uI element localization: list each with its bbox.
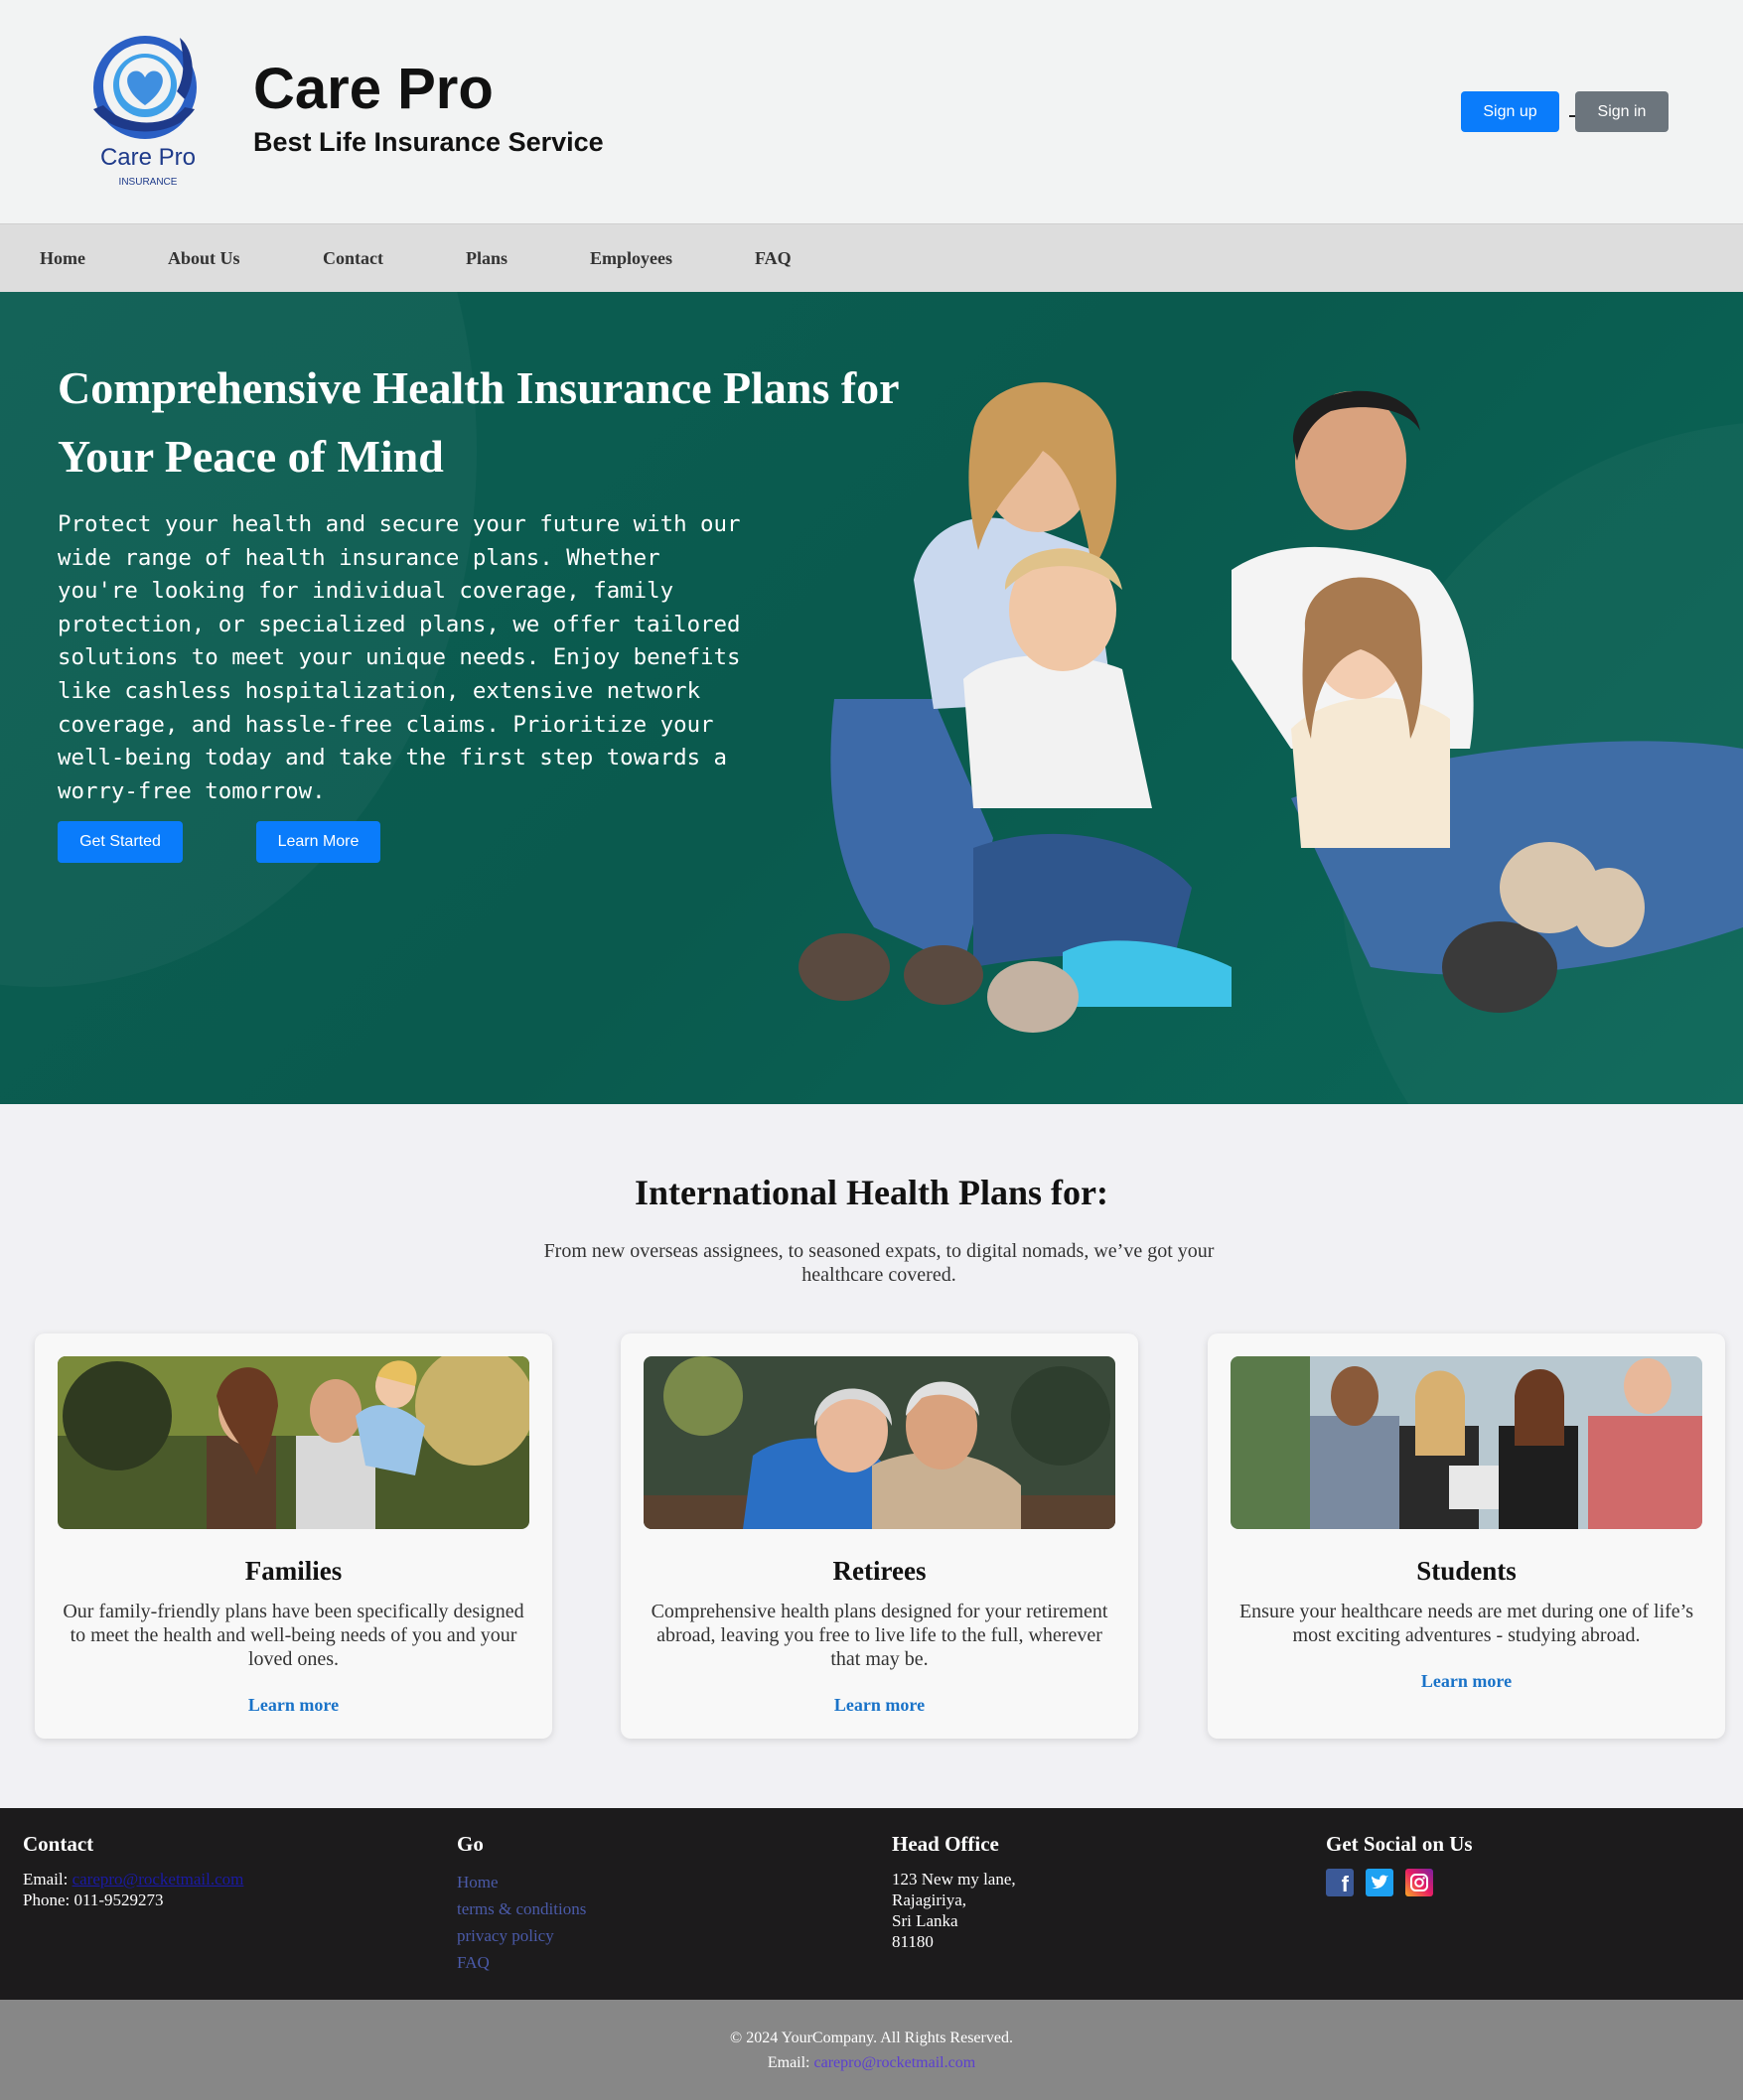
nav-employees[interactable]: Employees [590, 248, 672, 269]
learn-more-button[interactable]: Learn More [256, 821, 380, 863]
footer-office: Head Office 123 New my lane, Rajagiriya,… [892, 1832, 1016, 1952]
card-title: Retirees [832, 1556, 927, 1586]
main-nav: Home About Us Contact Plans Employees FA… [0, 223, 1743, 292]
nav-about-us[interactable]: About Us [168, 248, 240, 269]
hero-section: Comprehensive Health Insurance Plans for… [0, 292, 1743, 1104]
plan-card-families: Families Our family-friendly plans have … [35, 1333, 552, 1739]
care-pro-logo[interactable]: Care Pro INSURANCE [85, 30, 211, 199]
address-line: Rajagiriya, [892, 1890, 967, 1909]
card-title: Families [244, 1556, 343, 1586]
footer-heading: Head Office [892, 1832, 999, 1856]
phone-label: Phone: [23, 1890, 71, 1909]
hero-description: Protect your health and secure your futu… [58, 511, 741, 804]
footer-email-line: Email: carepro@rocketmail.com [23, 1869, 243, 1890]
email-link[interactable]: carepro@rocketmail.com [814, 2054, 976, 2071]
site-footer: Contact Email: carepro@rocketmail.com Ph… [0, 1808, 1743, 2000]
footer-phone-line: Phone: 011-9529273 [23, 1890, 243, 1910]
nav-home[interactable]: Home [40, 248, 85, 269]
learn-more-link[interactable]: Learn more [1208, 1671, 1725, 1692]
learn-more-link[interactable]: Learn more [35, 1695, 552, 1716]
students-photo [1231, 1356, 1702, 1529]
plans-subtitle: From new overseas assignees, to seasoned… [543, 1240, 1215, 1286]
footer-link-terms[interactable]: terms & conditions [457, 1895, 586, 1922]
footer-heading: Contact [23, 1832, 94, 1856]
logo-wordmark: Care Pro [99, 144, 197, 171]
site-header: Care Pro INSURANCE Care Pro Best Life In… [0, 0, 1743, 223]
learn-more-link[interactable]: Learn more [621, 1695, 1138, 1716]
footer-heading: Get Social on Us [1326, 1832, 1473, 1856]
card-description: Ensure your healthcare needs are met dur… [1238, 1601, 1694, 1646]
card-title: Students [1416, 1556, 1517, 1586]
phone-number: 011-9529273 [73, 1890, 164, 1909]
address-line: 123 New my lane, [892, 1870, 1016, 1889]
nav-faq[interactable]: FAQ [755, 248, 792, 269]
footer-link-home[interactable]: Home [457, 1869, 586, 1895]
nav-contact[interactable]: Contact [323, 248, 383, 269]
copyright-text: © 2024 YourCompany. All Rights Reserved. [730, 2030, 1013, 2046]
card-description: Comprehensive health plans designed for … [651, 1601, 1108, 1670]
footer-contact: Contact Email: carepro@rocketmail.com Ph… [23, 1832, 243, 1910]
families-photo [58, 1356, 529, 1529]
twitter-icon[interactable] [1366, 1869, 1393, 1896]
signup-button[interactable]: Sign up [1461, 91, 1559, 132]
logo-tagline: INSURANCE [118, 177, 178, 188]
heart-hands-icon [93, 36, 197, 139]
address-line: Sri Lanka [892, 1911, 958, 1930]
family-photo [799, 382, 1743, 1033]
email-label: Email: [767, 2054, 810, 2071]
footer-go: Go Home terms & conditions privacy polic… [457, 1832, 586, 1976]
brand-subtitle: Best Life Insurance Service [253, 127, 604, 157]
retirees-photo [644, 1356, 1115, 1529]
copyright-bar: © 2024 YourCompany. All Rights Reserved.… [0, 2000, 1743, 2100]
footer-heading: Go [457, 1832, 484, 1856]
nav-plans[interactable]: Plans [466, 248, 508, 269]
get-started-button[interactable]: Get Started [58, 821, 183, 863]
plan-card-retirees: Retirees Comprehensive health plans desi… [621, 1333, 1138, 1739]
instagram-icon[interactable] [1405, 1869, 1433, 1896]
footer-link-privacy[interactable]: privacy policy [457, 1922, 586, 1949]
email-link[interactable]: carepro@rocketmail.com [73, 1870, 244, 1889]
email-label: Email: [23, 1870, 69, 1889]
facebook-icon[interactable]: f [1326, 1869, 1354, 1896]
footer-link-faq[interactable]: FAQ [457, 1949, 586, 1976]
plans-title: International Health Plans for: [635, 1173, 1108, 1212]
social-icons: f [1326, 1869, 1473, 1896]
footer-social: Get Social on Us f [1326, 1832, 1473, 1896]
bottom-email-line: Email: carepro@rocketmail.com [0, 2054, 1743, 2072]
signin-button[interactable]: Sign in [1575, 91, 1669, 132]
brand-title: Care Pro [253, 57, 494, 121]
plan-card-students: Students Ensure your healthcare needs ar… [1208, 1333, 1725, 1739]
card-description: Our family-friendly plans have been spec… [63, 1601, 524, 1670]
address-line: 81180 [892, 1932, 934, 1951]
